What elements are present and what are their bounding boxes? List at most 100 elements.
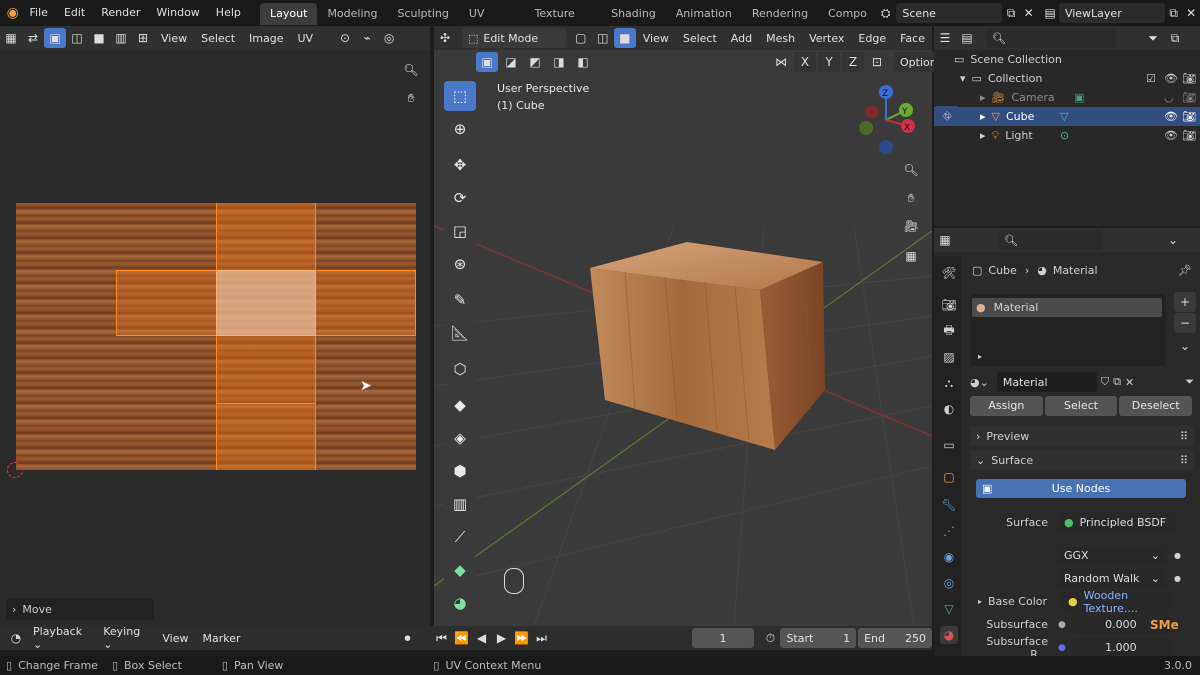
view-layer-icon[interactable]: ▤: [1041, 3, 1059, 23]
outliner-item-cube[interactable]: ▸ ▽ Cube ▽ 👁︎ 📷︎: [934, 107, 1200, 126]
vp-menu-face[interactable]: Face: [893, 32, 932, 45]
timeline-menu-keying[interactable]: Keying ⌄: [96, 625, 155, 651]
camera-restrict-icon[interactable]: 📷︎: [1182, 129, 1196, 142]
outliner-search[interactable]: 🔍︎: [986, 28, 1116, 48]
tab-animation[interactable]: Animation: [666, 3, 742, 25]
select-intersect-icon[interactable]: ◧: [572, 52, 594, 72]
modifier-tab-icon[interactable]: 🔧︎: [940, 496, 958, 514]
outliner-mode-icon[interactable]: ⛗: [936, 106, 958, 126]
jump-key-back-icon[interactable]: ⏪: [452, 628, 472, 648]
fake-user-icon[interactable]: ⛉: [1101, 375, 1109, 389]
auto-merge-icon[interactable]: ⊡: [866, 52, 888, 72]
play-reverse-icon[interactable]: ◀: [472, 628, 492, 648]
constraints-tab-icon[interactable]: ◎: [940, 574, 958, 592]
wooden-cube[interactable]: [585, 240, 830, 480]
axis-x-toggle[interactable]: X: [794, 52, 816, 72]
select-box-icon[interactable]: ▣: [476, 52, 498, 72]
eye-closed-icon[interactable]: ◡: [1164, 91, 1174, 104]
proportional-icon[interactable]: ◎: [378, 28, 400, 48]
view-layer-tab-icon[interactable]: ▨: [940, 348, 958, 366]
record-icon[interactable]: ⏺: [398, 628, 418, 648]
tool-select-box[interactable]: ⬚: [444, 81, 476, 111]
select-button[interactable]: Select: [1044, 396, 1118, 416]
edge-mode-icon[interactable]: ◫: [592, 28, 614, 48]
vertex-select-icon[interactable]: ▣: [44, 28, 66, 48]
jump-end-icon[interactable]: ⏭: [532, 628, 552, 648]
uv-menu-image[interactable]: Image: [242, 32, 290, 45]
tool-annotate[interactable]: ✎: [444, 285, 476, 315]
vp-menu-view[interactable]: View: [636, 32, 676, 45]
eye-icon[interactable]: 👁︎: [1164, 110, 1178, 123]
timeline-menu-playback[interactable]: Playback ⌄: [26, 625, 96, 651]
data-tab-icon[interactable]: ▽: [940, 600, 958, 618]
face-select-icon[interactable]: ■: [88, 28, 110, 48]
operator-panel[interactable]: › Move: [6, 598, 154, 620]
jump-start-icon[interactable]: ⏮: [432, 628, 452, 648]
subsurface-radius-field[interactable]: 1.000: [1071, 638, 1170, 657]
outliner-item-light[interactable]: ▸ 💡︎ Light ⊙ 👁︎ 📷︎: [934, 126, 1200, 145]
axis-y-toggle[interactable]: Y: [818, 52, 840, 72]
island-select-icon[interactable]: ▥: [110, 28, 132, 48]
output-tab-icon[interactable]: 🖶︎: [940, 322, 958, 340]
new-collection-icon[interactable]: ⧉: [1164, 28, 1186, 48]
tool-add-cube[interactable]: ⬡: [444, 354, 476, 384]
camera-restrict-icon[interactable]: 📷︎: [1182, 110, 1196, 123]
camera-restrict-icon[interactable]: 📷︎: [1182, 91, 1196, 104]
tool-tab-icon[interactable]: 🛠︎: [940, 264, 958, 282]
tool-bevel[interactable]: ⬢: [444, 456, 476, 486]
camera-view-icon[interactable]: 🎥︎: [900, 216, 922, 236]
tab-sculpting[interactable]: Sculpting: [387, 3, 458, 25]
viewport-zoom-icon[interactable]: 🔍︎: [900, 160, 922, 180]
keyframe-dot-icon[interactable]: ●: [1174, 551, 1181, 560]
delete-scene-icon[interactable]: ✕: [1020, 3, 1038, 23]
jump-key-forward-icon[interactable]: ⏩: [512, 628, 532, 648]
navigation-gizmo[interactable]: Z Y X: [852, 80, 922, 160]
select-invert-icon[interactable]: ◨: [548, 52, 570, 72]
snap-icon[interactable]: ⌁: [356, 28, 378, 48]
drag-handle-icon[interactable]: ⠿: [1180, 430, 1188, 443]
tab-compositing[interactable]: Compo: [818, 3, 877, 25]
tool-measure[interactable]: 📐︎: [444, 318, 476, 348]
tool-knife[interactable]: ⟋: [444, 522, 476, 552]
face-mode-icon[interactable]: ■: [613, 28, 636, 48]
tab-rendering[interactable]: Rendering: [742, 3, 818, 25]
timeline-menu-view[interactable]: View: [155, 632, 195, 645]
link-filter-icon[interactable]: ⏷: [1185, 375, 1194, 389]
sticky-select-icon[interactable]: ⊞: [132, 28, 154, 48]
distribution-dropdown[interactable]: GGX ⌄: [1058, 546, 1166, 565]
material-name-field[interactable]: Material: [996, 372, 1097, 392]
viewport-pan-icon[interactable]: ✋︎: [900, 188, 922, 208]
deselect-button[interactable]: Deselect: [1119, 396, 1193, 416]
menu-window[interactable]: Window: [148, 0, 207, 26]
end-frame-field[interactable]: End 250: [858, 628, 932, 648]
vp-menu-vertex[interactable]: Vertex: [802, 32, 851, 45]
duplicate-material-icon[interactable]: ⧉: [1113, 375, 1121, 389]
scene-icon[interactable]: ⛭: [877, 3, 895, 23]
tool-cursor[interactable]: ⊕: [444, 114, 476, 144]
editor-type-icon[interactable]: ▦: [0, 28, 22, 48]
object-tab-icon[interactable]: ▢: [940, 468, 958, 486]
pin-icon[interactable]: 📌︎: [1178, 264, 1192, 277]
tab-modeling[interactable]: Modeling: [317, 3, 387, 25]
use-nodes-button[interactable]: ▣ Use Nodes: [976, 479, 1186, 498]
tool-move[interactable]: ✥: [444, 150, 476, 180]
tool-loop-cut[interactable]: ▥: [444, 489, 476, 519]
select-extend-icon[interactable]: ◪: [500, 52, 522, 72]
tool-scale[interactable]: ◲: [444, 216, 476, 246]
drag-handle-icon[interactable]: ⠿: [1180, 454, 1188, 467]
material-tab-icon[interactable]: ◕: [940, 626, 958, 644]
mirror-icon[interactable]: ⋈: [770, 52, 792, 72]
outliner-collection[interactable]: ▾ ▭ Collection ☑ 👁︎ 📷︎: [934, 69, 1200, 88]
scene-tab-icon[interactable]: ⛬: [940, 374, 958, 392]
world-tab-icon[interactable]: ◐: [940, 400, 958, 418]
uv-menu-view[interactable]: View: [154, 32, 194, 45]
vp-menu-select[interactable]: Select: [676, 32, 724, 45]
eye-icon[interactable]: 👁︎: [1164, 72, 1178, 85]
2d-cursor-icon[interactable]: [7, 462, 23, 478]
sync-selection-icon[interactable]: ⇄: [22, 28, 44, 48]
surface-shader-field[interactable]: ● Principled BSDF: [1058, 513, 1176, 532]
play-icon[interactable]: ▶: [492, 628, 512, 648]
slot-menu-icon[interactable]: ⌄: [1174, 336, 1196, 356]
particles-tab-icon[interactable]: ⋰: [940, 522, 958, 540]
scene-field[interactable]: Scene: [896, 3, 1003, 23]
